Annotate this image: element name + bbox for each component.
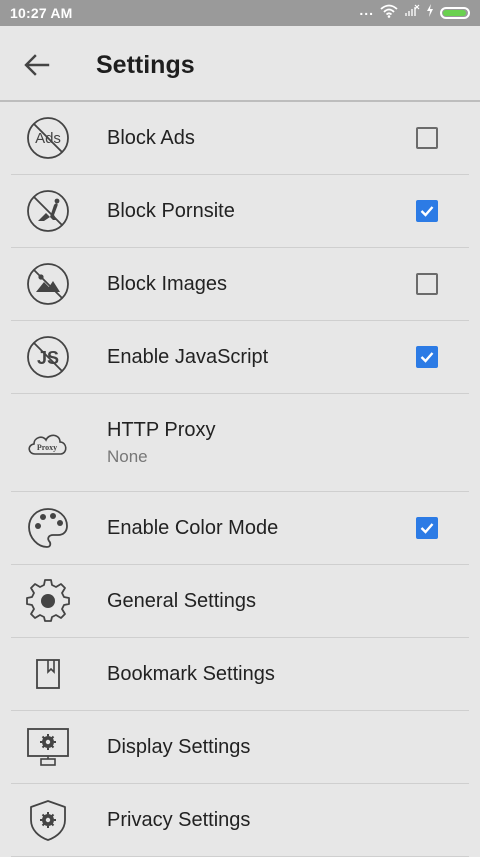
setting-display[interactable]: Display Settings [11, 711, 469, 784]
setting-label: Enable Color Mode [107, 517, 279, 539]
setting-privacy[interactable]: Privacy Settings [11, 784, 469, 857]
enable-javascript-checkbox[interactable] [416, 346, 438, 368]
svg-text:JS: JS [37, 348, 59, 368]
check-icon [420, 206, 434, 217]
arrow-left-icon [24, 54, 50, 76]
battery-icon [440, 7, 470, 19]
setting-label: General Settings [107, 590, 256, 612]
setting-block-images[interactable]: Block Images [11, 248, 469, 321]
setting-enable-color-mode[interactable]: Enable Color Mode [11, 492, 469, 565]
javascript-icon: JS [25, 334, 71, 380]
gear-icon [25, 578, 71, 624]
row-text: Privacy Settings [107, 807, 250, 833]
block-images-icon [25, 261, 71, 307]
setting-label: Privacy Settings [107, 809, 251, 831]
status-icons: ... [359, 2, 470, 23]
block-images-checkbox[interactable] [416, 273, 438, 295]
status-time: 10:27 AM [10, 5, 73, 21]
row-text: Block Ads [107, 125, 195, 151]
battery-level [443, 10, 466, 16]
setting-general[interactable]: General Settings [11, 565, 469, 638]
setting-block-pornsite[interactable]: Block Pornsite [11, 175, 469, 248]
setting-label: HTTP Proxy [107, 418, 216, 441]
block-pornsite-checkbox[interactable] [416, 200, 438, 222]
row-text: Block Pornsite [107, 198, 235, 224]
setting-label: Block Images [107, 273, 228, 295]
row-text: Bookmark Settings [107, 661, 275, 687]
row-text: Enable JavaScript [107, 344, 268, 370]
proxy-value: None [107, 446, 148, 466]
settings-list: Ads Block Ads Block Pornsite Block Image… [0, 102, 480, 857]
setting-bookmark[interactable]: Bookmark Settings [11, 638, 469, 711]
svg-text:Ads: Ads [35, 130, 61, 147]
proxy-cloud-icon: Proxy [25, 420, 71, 466]
setting-http-proxy[interactable]: Proxy HTTP Proxy None [11, 394, 469, 492]
svg-text:Proxy: Proxy [37, 443, 57, 452]
setting-enable-javascript[interactable]: JS Enable JavaScript [11, 321, 469, 394]
charging-icon [426, 4, 434, 22]
check-icon [420, 352, 434, 363]
row-text: Display Settings [107, 734, 250, 760]
setting-block-ads[interactable]: Ads Block Ads [11, 102, 469, 175]
status-bar: 10:27 AM ... [0, 0, 480, 26]
setting-label: Display Settings [107, 736, 251, 758]
row-text: General Settings [107, 588, 256, 614]
row-text: HTTP Proxy None [107, 417, 216, 469]
enable-color-mode-checkbox[interactable] [416, 517, 438, 539]
more-dots-icon: ... [359, 2, 374, 18]
row-text: Enable Color Mode [107, 515, 278, 541]
block-adult-icon [25, 188, 71, 234]
check-icon [420, 523, 434, 534]
bookmark-icon [25, 651, 71, 697]
block-ads-checkbox[interactable] [416, 127, 438, 149]
palette-icon [25, 505, 71, 551]
wifi-icon [380, 4, 398, 23]
app-bar: Settings [0, 26, 480, 102]
setting-label: Block Ads [107, 127, 195, 149]
setting-label: Enable JavaScript [107, 346, 269, 368]
setting-label: Bookmark Settings [107, 663, 275, 685]
row-text: Block Images [107, 271, 227, 297]
block-ads-icon: Ads [25, 115, 71, 161]
back-button[interactable] [20, 48, 54, 82]
shield-gear-icon [25, 797, 71, 843]
setting-label: Block Pornsite [107, 200, 235, 222]
page-title: Settings [96, 51, 195, 79]
monitor-gear-icon [25, 724, 71, 770]
no-signal-icon [404, 4, 420, 22]
